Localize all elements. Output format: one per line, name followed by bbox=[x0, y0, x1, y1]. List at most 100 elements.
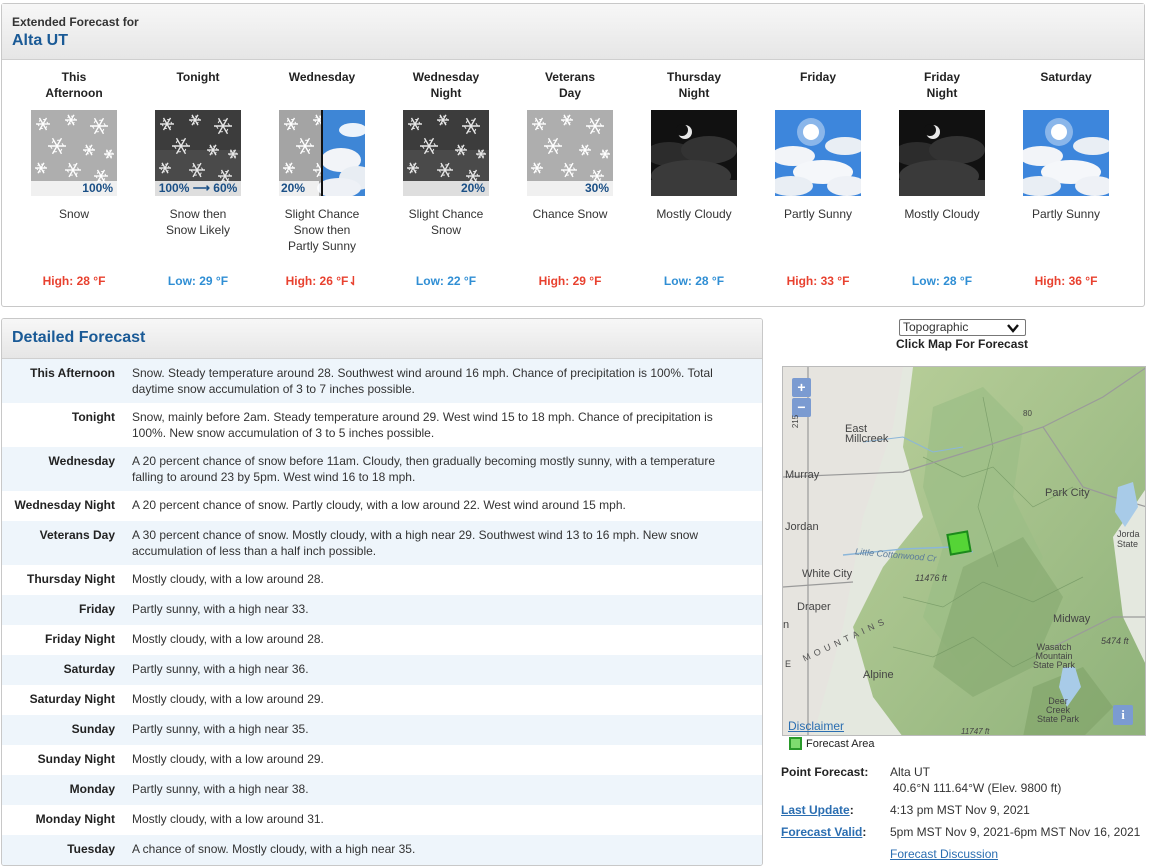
short-description-line: Snow bbox=[58, 207, 90, 221]
period-name: Friday Night bbox=[880, 68, 1004, 102]
short-description-line: Slight Chance bbox=[284, 207, 360, 221]
extended-forecast-label: Extended Forecast for bbox=[12, 15, 139, 29]
forecast-discussion-link[interactable]: Forecast Discussion bbox=[890, 847, 998, 861]
period-name: Veterans Day bbox=[508, 68, 632, 102]
detailed-period-text: A chance of snow. Mostly cloudy, with a … bbox=[132, 842, 416, 856]
high-temperature: High: 29 °F bbox=[538, 274, 602, 288]
short-description-line: Snow Likely bbox=[165, 223, 231, 237]
partly-sunny-icon bbox=[775, 110, 861, 196]
short-description: Chance Snow bbox=[508, 206, 632, 262]
map-label-midway: Midway bbox=[1053, 613, 1091, 625]
map-label-jordanelle-state: Jorda State bbox=[1117, 529, 1140, 549]
forecast-period[interactable]: Tonight 100% ⟶ 60% Snow then Snow Likely Lo… bbox=[136, 68, 260, 298]
forecast-valid-link[interactable]: Forecast Valid bbox=[781, 825, 862, 839]
forecast-map[interactable]: + − East Millcreek Murray Park City Jord… bbox=[782, 366, 1146, 736]
detailed-period-label: Veterans Day bbox=[39, 528, 115, 542]
extended-forecast-panel: Extended Forecast for Alta UT This Aftern… bbox=[1, 3, 1145, 307]
detailed-period-text: A 20 percent chance of snow before 11am.… bbox=[132, 454, 715, 484]
detailed-period-label: Friday Night bbox=[44, 632, 115, 646]
detailed-forecast-row: Veterans Day A 30 percent chance of snow.… bbox=[2, 521, 762, 565]
detailed-period-label: Sunday bbox=[71, 722, 115, 736]
short-description-line: Mostly Cloudy bbox=[904, 207, 980, 221]
detailed-forecast-row: This Afternoon Snow. Steady temperature a… bbox=[2, 359, 762, 403]
short-description: Snow bbox=[12, 206, 136, 262]
map-label-hwy-80: 80 bbox=[1023, 409, 1032, 418]
forecast-period[interactable]: Saturday Partly Sunny High: 36 °F bbox=[1004, 68, 1128, 298]
short-description-line: Snow then bbox=[293, 223, 351, 237]
period-name-line: Friday bbox=[799, 70, 836, 84]
short-description: Partly Sunny bbox=[756, 206, 880, 262]
low-temperature: Low: 22 °F bbox=[415, 274, 477, 288]
forecast-valid-label-group: Forecast Valid: bbox=[781, 825, 866, 839]
period-name-line: Saturday bbox=[1040, 70, 1092, 84]
low-temperature: Low: 28 °F bbox=[911, 274, 973, 288]
detailed-period-text: Mostly cloudy, with a low around 29. bbox=[132, 752, 324, 766]
point-coordinates: 40.6°N 111.64°W (Elev. 9800 ft) bbox=[893, 781, 1062, 795]
mostly-cloudy-night-icon bbox=[899, 110, 985, 196]
detailed-period-label: Saturday Night bbox=[29, 692, 115, 706]
precip-chance: 20% bbox=[279, 181, 319, 196]
forecast-period[interactable]: Thursday Night Mostly Cloudy Low: 28 °F bbox=[632, 68, 756, 298]
detailed-forecast-row: Thursday Night Mostly cloudy, with a low … bbox=[2, 565, 762, 595]
detailed-period-label: Monday Night bbox=[35, 812, 115, 826]
info-icon[interactable]: i bbox=[1113, 705, 1133, 725]
last-update-link[interactable]: Last Update bbox=[781, 803, 850, 817]
map-label-park-city: Park City bbox=[1045, 487, 1090, 499]
detailed-period-label: Wednesday bbox=[48, 454, 115, 468]
map-caption: Click Map For Forecast bbox=[896, 337, 1029, 351]
map-label-east-millcreek: East Millcreek bbox=[845, 423, 889, 445]
map-label-white-city: White City bbox=[802, 568, 853, 580]
forecast-period[interactable]: Friday Partly Sunny High: 33 °F bbox=[756, 68, 880, 298]
short-description-line: Partly Sunny bbox=[783, 207, 853, 221]
partly-sunny-icon bbox=[1023, 110, 1109, 196]
map-label-murray: Murray bbox=[785, 469, 820, 481]
short-description-line: Snow then bbox=[169, 207, 227, 221]
detailed-forecast-row: Sunday Partly sunny, with a high near 35. bbox=[2, 715, 762, 745]
short-description-line: Mostly Cloudy bbox=[656, 207, 732, 221]
forecast-period[interactable]: This Afternoon 100% Snow High: 28 °F bbox=[12, 68, 136, 298]
mostly-cloudy-night-icon bbox=[651, 110, 737, 196]
period-name-line: Night bbox=[430, 86, 462, 100]
period-name-line: This bbox=[61, 70, 87, 84]
period-name: Saturday bbox=[1004, 68, 1128, 102]
map-label-wasatch-park: Wasatch Mountain State Park bbox=[1033, 642, 1076, 670]
map-label-draper: Draper bbox=[797, 601, 831, 613]
last-update-value: 4:13 pm MST Nov 9, 2021 bbox=[890, 803, 1030, 817]
detailed-forecast-row: Sunday Night Mostly cloudy, with a low ar… bbox=[2, 745, 762, 775]
snow-icon: 100% bbox=[31, 110, 117, 196]
snow-then-partly-sunny-icon: 20% bbox=[279, 110, 365, 196]
map-label-elevation-5474: 5474 ft bbox=[1101, 636, 1129, 646]
forecast-period[interactable]: Veterans Day 30% Chance Snow High: 29 °F bbox=[508, 68, 632, 298]
period-name-line: Day bbox=[558, 86, 581, 100]
map-label-deer-creek: Deer Creek State Park bbox=[1037, 696, 1080, 724]
map-label-hwy-215: 215 bbox=[791, 414, 801, 429]
precip-chance: 30% bbox=[527, 181, 613, 196]
forecast-period[interactable]: Wednesday 20% Slight Chance Snow then Partl… bbox=[260, 68, 384, 298]
map-disclaimer-link[interactable]: Disclaimer bbox=[788, 719, 844, 733]
detailed-period-label: Saturday bbox=[63, 662, 115, 676]
zoom-in-button[interactable]: + bbox=[792, 378, 811, 397]
map-label-n: n bbox=[783, 619, 790, 631]
period-name-line: Afternoon bbox=[45, 86, 103, 100]
forecast-period[interactable]: Wednesday Night 20% Slight Chance Snow Low: … bbox=[384, 68, 508, 298]
map-label-e: E bbox=[785, 659, 792, 669]
last-update-colon: : bbox=[849, 803, 854, 817]
detailed-forecast-row: Friday Partly sunny, with a high near 33. bbox=[2, 595, 762, 625]
detailed-period-text: Mostly cloudy, with a low around 28. bbox=[132, 632, 324, 646]
detailed-period-text: A 20 percent chance of snow. Partly clou… bbox=[132, 498, 626, 512]
chevron-down-icon bbox=[1007, 324, 1019, 333]
last-update-label-group: Last Update: bbox=[781, 803, 854, 817]
detailed-period-label: Sunday Night bbox=[37, 752, 115, 766]
forecast-period[interactable]: Friday Night Mostly Cloudy Low: 28 °F bbox=[880, 68, 1004, 298]
short-description: Snow then Snow Likely bbox=[136, 206, 260, 262]
map-type-select[interactable]: Topographic bbox=[899, 319, 1026, 336]
detailed-forecast-table: This Afternoon Snow. Steady temperature a… bbox=[2, 359, 762, 865]
detailed-period-text: Partly sunny, with a high near 35. bbox=[132, 722, 309, 736]
detailed-period-text: Snow, mainly before 2am. Steady temperat… bbox=[132, 410, 713, 440]
detailed-period-label: Monday bbox=[69, 782, 115, 796]
snow-icon: 30% bbox=[527, 110, 613, 196]
map-label-jordan: Jordan bbox=[785, 521, 819, 533]
short-description: Mostly Cloudy bbox=[880, 206, 1004, 262]
detailed-forecast-row: Wednesday A 20 percent chance of snow bef… bbox=[2, 447, 762, 491]
detailed-period-label: This Afternoon bbox=[30, 366, 115, 380]
